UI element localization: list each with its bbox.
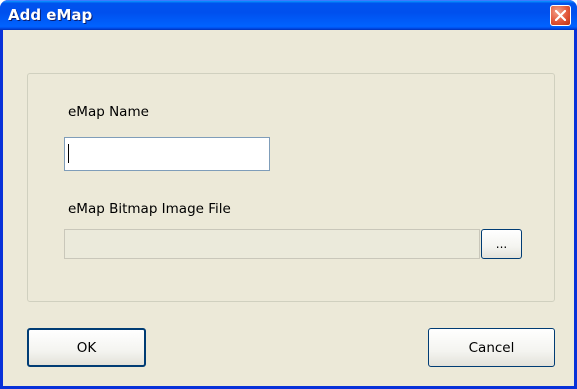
cancel-button[interactable]: Cancel: [428, 328, 555, 367]
close-icon: [555, 10, 566, 21]
ok-button[interactable]: OK: [27, 328, 146, 367]
title-bar[interactable]: Add eMap: [0, 0, 577, 30]
emap-file-label: eMap Bitmap Image File: [68, 201, 231, 217]
dialog-title: Add eMap: [8, 6, 93, 24]
text-caret: [68, 144, 69, 163]
emap-name-input[interactable]: [64, 137, 270, 171]
add-emap-dialog: Add eMap eMap Name eMap Bitmap Image Fil…: [0, 0, 577, 389]
emap-name-label: eMap Name: [68, 104, 149, 120]
emap-file-path-field: [64, 229, 480, 259]
browse-button[interactable]: ...: [481, 229, 522, 259]
close-button[interactable]: [550, 5, 571, 26]
